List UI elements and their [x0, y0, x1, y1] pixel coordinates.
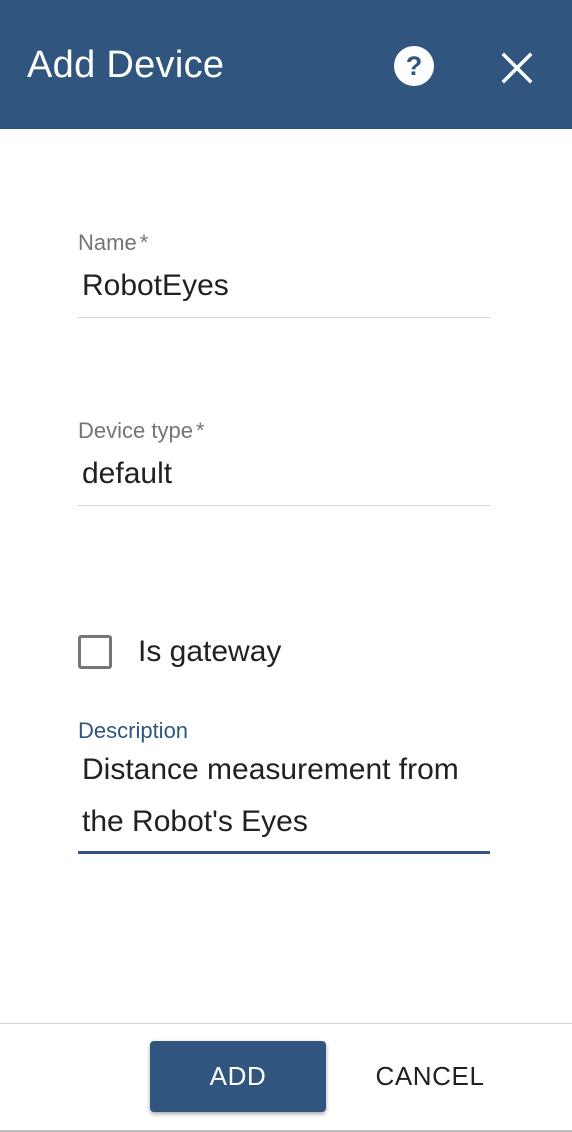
device-type-required-mark: *	[195, 418, 205, 443]
footer-divider	[0, 1023, 572, 1024]
device-type-field[interactable]: Device type * default	[78, 418, 490, 508]
is-gateway-checkbox-row[interactable]: Is gateway	[78, 632, 281, 672]
add-device-dialog: Add Device ? Name * RobotEyes Device type…	[0, 0, 572, 1132]
description-field[interactable]: Description Distance measurement from th…	[78, 718, 490, 858]
is-gateway-checkbox[interactable]	[78, 635, 112, 669]
description-label: Description	[78, 718, 189, 743]
svg-text:?: ?	[406, 51, 423, 81]
name-input[interactable]: RobotEyes	[78, 268, 490, 304]
description-textarea[interactable]: Distance measurement from the Robot's Ey…	[78, 744, 482, 848]
device-type-label: Device type *	[78, 418, 205, 443]
description-underline	[78, 851, 490, 854]
close-button[interactable]	[497, 48, 537, 88]
help-button[interactable]: ?	[393, 45, 435, 87]
name-required-mark: *	[139, 230, 149, 255]
dialog-header: Add Device ?	[0, 0, 572, 129]
name-field[interactable]: Name * RobotEyes	[78, 230, 490, 320]
dialog-title: Add Device	[27, 44, 225, 86]
name-label: Name *	[78, 230, 149, 255]
device-type-underline	[78, 505, 490, 506]
device-type-input[interactable]: default	[78, 456, 490, 492]
add-button[interactable]: ADD	[150, 1041, 326, 1112]
help-circle-icon: ?	[394, 46, 434, 86]
name-underline	[78, 317, 490, 318]
close-icon	[501, 52, 533, 84]
is-gateway-label: Is gateway	[138, 635, 282, 668]
cancel-button[interactable]: CANCEL	[358, 1041, 502, 1112]
